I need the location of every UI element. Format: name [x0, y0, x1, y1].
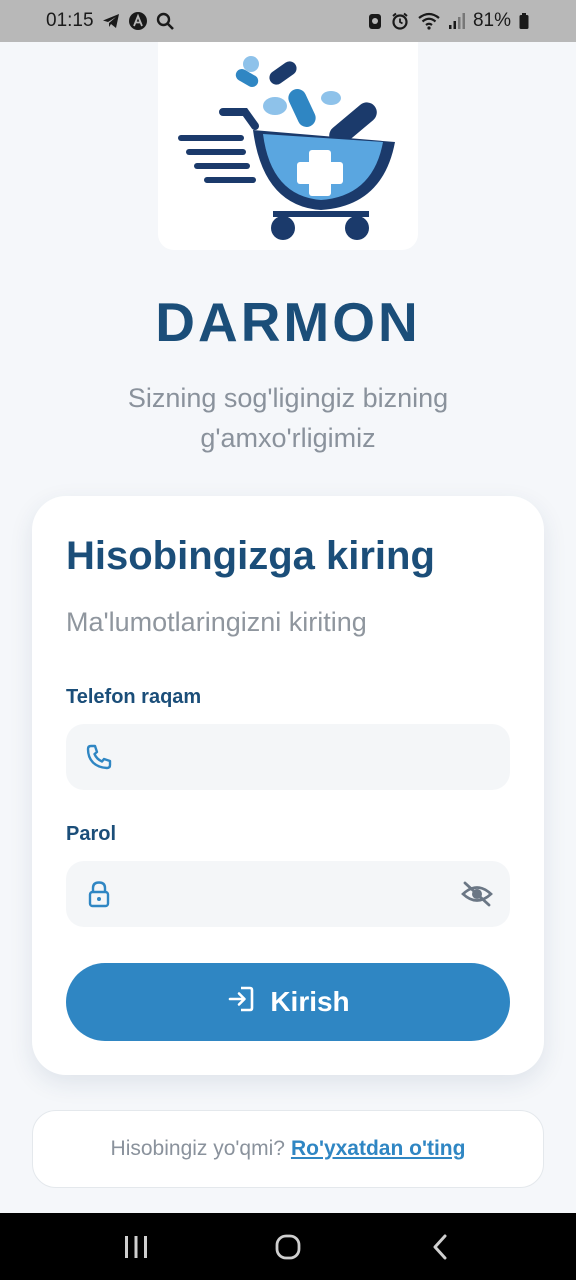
home-icon	[275, 1234, 301, 1259]
status-left: 01:15	[46, 10, 175, 32]
status-bar: 01:15 81%	[0, 0, 576, 42]
signal-icon	[448, 11, 466, 31]
status-time: 01:15	[46, 10, 94, 31]
back-icon	[433, 1234, 447, 1259]
register-prompt: Hisobingiz yo'qmi?	[110, 1137, 285, 1160]
notification-icon	[367, 11, 383, 31]
recent-apps-icon	[125, 1235, 147, 1258]
eye-off-icon[interactable]	[460, 879, 494, 914]
status-right: 81%	[367, 10, 530, 32]
system-nav-bar	[0, 1213, 576, 1280]
password-input[interactable]	[130, 861, 460, 927]
battery-icon	[518, 11, 530, 31]
tagline-line-2: g'amxo'rligimiz	[200, 423, 376, 453]
back-button[interactable]	[410, 1217, 470, 1277]
login-subtitle: Ma'lumotlaringizni kiriting	[66, 607, 367, 637]
password-label: Parol	[66, 823, 117, 845]
login-card: Hisobingizga kiring Ma'lumotlaringizni k…	[32, 496, 544, 1075]
home-button[interactable]	[258, 1217, 318, 1277]
pharmacy-cart-logo-icon	[178, 56, 395, 240]
lock-icon	[84, 879, 114, 914]
tagline-line-1: Sizning sog'ligingiz bizning	[127, 383, 449, 413]
app-logo	[158, 42, 418, 250]
alarm-icon	[390, 11, 410, 31]
tagline: Sizning sog'ligingiz bizning g'amxo'rlig…	[88, 378, 488, 458]
phone-input[interactable]	[130, 724, 460, 790]
login-button-label: Kirish	[270, 986, 350, 1017]
phone-label: Telefon raqam	[66, 686, 202, 708]
app-title: DARMON	[155, 291, 421, 353]
status-battery: 81%	[472, 10, 511, 31]
login-title: Hisobingizga kiring	[66, 534, 435, 578]
wifi-icon	[417, 11, 441, 31]
app-a-icon	[128, 11, 148, 31]
telegram-icon	[101, 11, 121, 31]
register-link[interactable]: Ro'yxatdan o'ting	[291, 1137, 466, 1161]
login-icon	[226, 984, 256, 1021]
register-box: Hisobingiz yo'qmi? Ro'yxatdan o'ting	[32, 1110, 544, 1188]
search-icon	[155, 11, 175, 31]
password-field[interactable]	[66, 861, 510, 927]
phone-icon	[84, 742, 114, 777]
login-button[interactable]: Kirish	[66, 963, 510, 1041]
phone-field[interactable]	[66, 724, 510, 790]
recent-apps-button[interactable]	[106, 1217, 166, 1277]
